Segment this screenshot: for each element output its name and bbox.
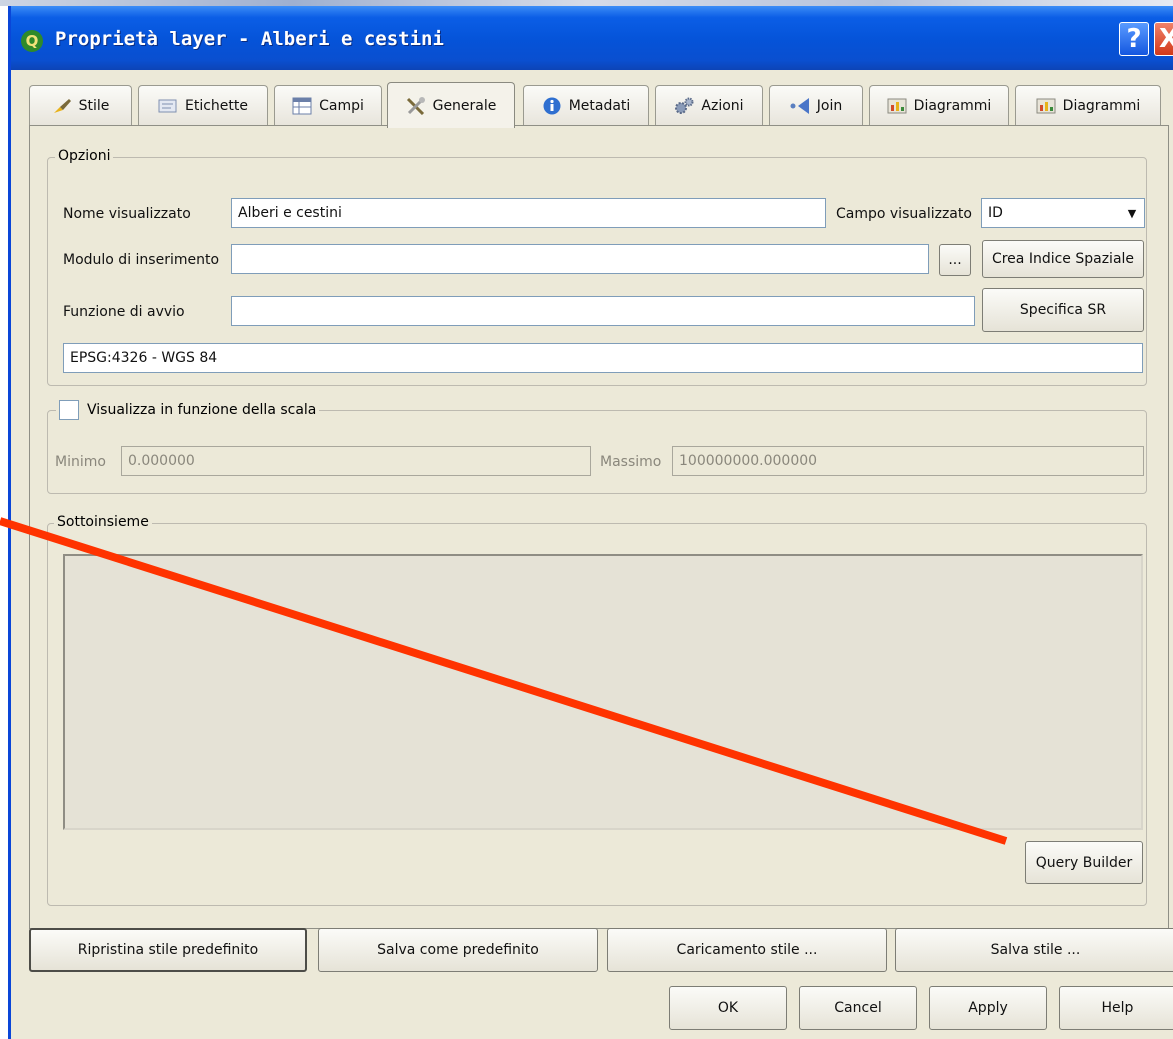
massimo-input[interactable]: 100000000.000000	[672, 446, 1144, 476]
minimo-label: Minimo	[55, 454, 106, 470]
tab-campi[interactable]: Campi	[274, 85, 382, 125]
tab-azioni[interactable]: Azioni	[655, 85, 763, 125]
subset-query-text[interactable]	[63, 554, 1143, 830]
funzione-avvio-label: Funzione di avvio	[63, 304, 185, 320]
funzione-avvio-input[interactable]	[231, 296, 975, 326]
massimo-label: Massimo	[600, 454, 662, 470]
modulo-inserimento-label: Modulo di inserimento	[63, 252, 220, 268]
minimo-input[interactable]: 0.000000	[121, 446, 591, 476]
label-icon	[158, 97, 178, 115]
help-button[interactable]: Help	[1059, 986, 1173, 1030]
scala-title: Visualizza in funzione della scala	[56, 400, 320, 420]
tab-etichette[interactable]: Etichette	[138, 85, 268, 125]
campo-visualizzato-value: ID	[988, 205, 1003, 221]
tab-label: Diagrammi	[913, 97, 992, 114]
tab-label: Azioni	[701, 97, 744, 114]
paintbrush-icon	[52, 97, 72, 115]
query-builder-button[interactable]: Query Builder	[1025, 841, 1143, 884]
diagram-icon	[887, 97, 907, 115]
nome-visualizzato-label: Nome visualizzato	[63, 206, 191, 222]
tab-stile[interactable]: Stile	[29, 85, 132, 125]
crs-field[interactable]: EPSG:4326 - WGS 84	[63, 343, 1143, 373]
join-icon	[790, 97, 810, 115]
apply-button[interactable]: Apply	[929, 986, 1047, 1030]
tab-join[interactable]: Join	[769, 85, 863, 125]
diagram-icon	[1036, 97, 1056, 115]
qgis-logo-icon: Q	[21, 30, 43, 52]
generale-panel: Opzioni Nome visualizzato Alberi e cesti…	[29, 125, 1169, 929]
tab-label: Stile	[78, 97, 110, 114]
ripristina-stile-button[interactable]: Ripristina stile predefinito	[29, 928, 307, 972]
modulo-inserimento-input[interactable]	[231, 244, 929, 274]
campo-visualizzato-label: Campo visualizzato	[836, 206, 972, 222]
nome-visualizzato-input[interactable]: Alberi e cestini	[231, 198, 826, 228]
table-icon	[292, 97, 312, 115]
info-icon	[542, 97, 562, 115]
tab-label: Generale	[432, 97, 497, 114]
tab-label: Etichette	[185, 97, 248, 114]
tab-generale[interactable]: Generale	[387, 82, 515, 128]
campo-visualizzato-select[interactable]: ID ▼	[981, 198, 1145, 228]
tab-label: Campi	[319, 97, 364, 114]
tab-diagrammi-2[interactable]: Diagrammi	[1015, 85, 1161, 125]
opzioni-title: Opzioni	[55, 148, 114, 164]
scala-checkbox[interactable]	[59, 400, 79, 420]
window-title: Proprietà layer - Alberi e cestini	[55, 28, 444, 50]
tab-label: Join	[816, 97, 843, 114]
browse-button[interactable]: ...	[939, 244, 971, 276]
help-title-button[interactable]: ?	[1119, 22, 1149, 56]
gears-icon	[674, 97, 694, 115]
tab-metadati[interactable]: Metadati	[523, 85, 649, 125]
tab-diagrammi[interactable]: Diagrammi	[869, 85, 1009, 125]
title-bar[interactable]: Q Proprietà layer - Alberi e cestini ? X	[11, 6, 1173, 70]
tab-label: Metadati	[568, 97, 631, 114]
sottoinsieme-title: Sottoinsieme	[54, 514, 152, 530]
salva-predefinito-button[interactable]: Salva come predefinito	[318, 928, 598, 972]
tools-icon	[406, 96, 426, 115]
layer-properties-dialog: Q Proprietà layer - Alberi e cestini ? X…	[8, 6, 1173, 1039]
caricamento-stile-button[interactable]: Caricamento stile ...	[607, 928, 887, 972]
close-button[interactable]: X	[1154, 22, 1173, 56]
chevron-down-icon[interactable]: ▼	[1121, 200, 1143, 226]
ok-button[interactable]: OK	[669, 986, 787, 1030]
cancel-button[interactable]: Cancel	[799, 986, 917, 1030]
tab-label: Diagrammi	[1062, 97, 1141, 114]
crea-indice-spaziale-button[interactable]: Crea Indice Spaziale	[982, 240, 1144, 278]
specifica-sr-button[interactable]: Specifica SR	[982, 288, 1144, 332]
scala-title-label: Visualizza in funzione della scala	[87, 402, 317, 418]
salva-stile-button[interactable]: Salva stile ...	[895, 928, 1173, 972]
